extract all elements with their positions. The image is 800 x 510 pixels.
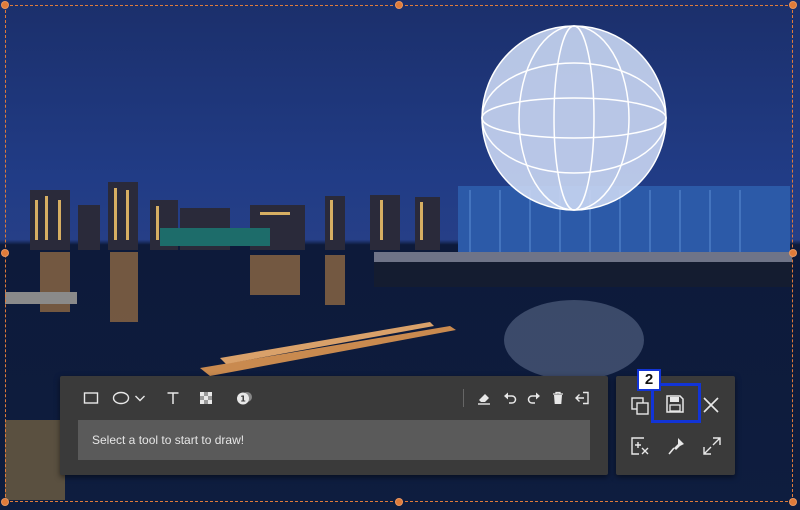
fullscreen-button[interactable] bbox=[698, 432, 726, 460]
exit-icon bbox=[575, 391, 589, 405]
step-number-tool-button[interactable]: 1 bbox=[233, 386, 257, 410]
add-frame-icon bbox=[631, 437, 649, 455]
resize-handle-left[interactable] bbox=[1, 249, 9, 257]
resize-handle-bottom[interactable] bbox=[395, 498, 403, 506]
save-button[interactable] bbox=[661, 390, 689, 418]
tool-hint-text: Select a tool to start to draw! bbox=[78, 420, 590, 460]
resize-handle-right[interactable] bbox=[789, 249, 797, 257]
text-icon bbox=[167, 392, 179, 404]
close-icon bbox=[703, 397, 719, 413]
pin-icon bbox=[668, 438, 684, 455]
svg-text:1: 1 bbox=[240, 395, 246, 404]
drawing-toolbar: 1 Select a tool to start to draw! bbox=[60, 376, 608, 475]
close-button[interactable] bbox=[697, 391, 725, 419]
copy-icon bbox=[631, 397, 649, 415]
eraser-button[interactable] bbox=[472, 386, 496, 410]
trash-icon bbox=[553, 391, 563, 404]
step-number-badge: 2 bbox=[637, 369, 661, 391]
shape-dropdown-button[interactable] bbox=[131, 386, 149, 410]
resize-handle-top-left[interactable] bbox=[1, 1, 9, 9]
ellipse-tool-button[interactable] bbox=[109, 386, 133, 410]
text-tool-button[interactable] bbox=[161, 386, 185, 410]
capture-actions-panel bbox=[616, 376, 735, 475]
delete-button[interactable] bbox=[546, 386, 570, 410]
redo-icon bbox=[527, 392, 540, 404]
rectangle-tool-button[interactable] bbox=[79, 386, 103, 410]
exit-edit-button[interactable] bbox=[570, 386, 594, 410]
step-number-icon: 1 bbox=[237, 392, 252, 405]
toolbar-divider bbox=[463, 389, 464, 407]
pin-button[interactable] bbox=[662, 432, 690, 460]
eraser-icon bbox=[478, 394, 490, 405]
mosaic-tool-button[interactable] bbox=[194, 386, 218, 410]
resize-handle-top[interactable] bbox=[395, 1, 403, 9]
mosaic-icon bbox=[200, 392, 212, 404]
add-frame-button[interactable] bbox=[626, 432, 654, 460]
chevron-down-icon bbox=[135, 395, 145, 402]
tool-row: 1 bbox=[60, 386, 608, 410]
resize-handle-bottom-left[interactable] bbox=[1, 498, 9, 506]
rectangle-icon bbox=[83, 392, 99, 404]
resize-handle-top-right[interactable] bbox=[789, 1, 797, 9]
undo-icon bbox=[504, 392, 517, 404]
resize-handle-bottom-right[interactable] bbox=[789, 498, 797, 506]
redo-button[interactable] bbox=[522, 386, 546, 410]
ellipse-icon bbox=[112, 391, 130, 405]
fullscreen-icon bbox=[703, 437, 721, 455]
save-icon bbox=[666, 395, 684, 413]
copy-button[interactable] bbox=[626, 392, 654, 420]
undo-button[interactable] bbox=[498, 386, 522, 410]
